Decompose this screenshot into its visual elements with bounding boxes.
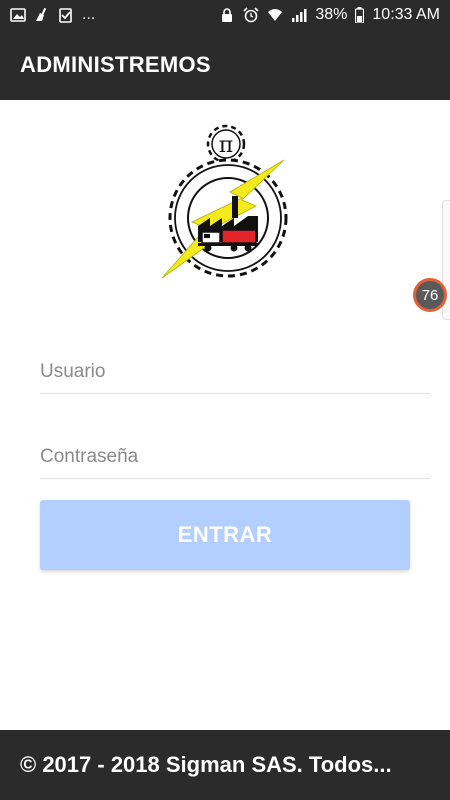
status-bar: ... 38% 10:33 AM	[0, 0, 450, 30]
pi-symbol: π	[219, 133, 233, 158]
company-logo: π	[161, 124, 288, 279]
signal-icon	[291, 7, 307, 23]
username-field[interactable]	[40, 358, 430, 394]
status-bar-left: ...	[10, 6, 95, 24]
password-input[interactable]	[40, 446, 430, 468]
password-field[interactable]	[40, 443, 430, 479]
image-icon	[10, 7, 26, 23]
footer-copyright: © 2017 - 2018 Sigman SAS. Todos...	[20, 752, 392, 777]
battery-percent: 38%	[315, 6, 348, 23]
clock-time: 10:33 AM	[372, 6, 440, 23]
status-bar-right: 38% 10:33 AM	[219, 6, 440, 24]
small-gear-icon: π	[206, 124, 246, 164]
app-bar: ADMINISTREMOS	[0, 30, 450, 100]
alarm-icon	[243, 7, 259, 23]
lock-icon	[219, 7, 235, 23]
clipboard-check-icon	[58, 7, 74, 23]
wifi-icon	[267, 7, 283, 23]
footer: © 2017 - 2018 Sigman SAS. Todos...	[0, 730, 450, 800]
username-input[interactable]	[40, 361, 430, 383]
battery-icon	[355, 7, 365, 23]
cleaner-icon	[34, 7, 50, 23]
app-title: ADMINISTREMOS	[20, 52, 211, 77]
more-notifications: ...	[82, 6, 96, 23]
floating-bubble-badge[interactable]: 76	[413, 278, 447, 312]
login-button[interactable]: ENTRAR	[40, 500, 410, 570]
login-content: π ENTRAR 76	[0, 100, 450, 730]
